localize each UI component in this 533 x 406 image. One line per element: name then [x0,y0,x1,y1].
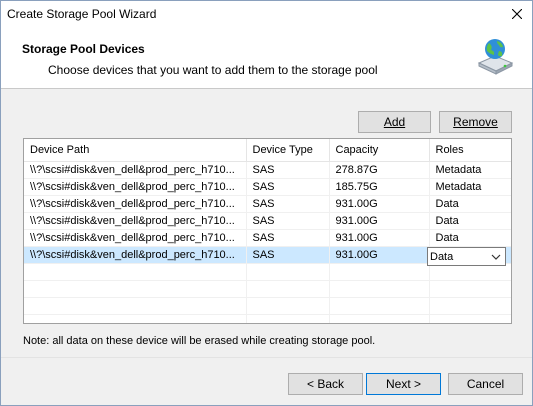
remove-button-label: Remove [453,115,498,129]
table-row[interactable]: \\?\scsi#disk&ven_dell&prod_perc_h710...… [24,195,511,213]
window-title: Create Storage Pool Wizard [7,7,157,21]
cell-device-path: \\?\scsi#disk&ven_dell&prod_perc_h710... [24,161,247,179]
title-bar: Create Storage Pool Wizard [1,1,532,29]
table-header-row: Device Path Device Type Capacity Roles [24,139,511,162]
cell-device-path: \\?\scsi#disk&ven_dell&prod_perc_h710... [24,178,247,196]
cell-role[interactable]: Metadata [429,178,511,196]
device-table[interactable]: Device Path Device Type Capacity Roles \… [23,138,512,324]
cell-role[interactable]: Data [429,212,511,230]
cell-capacity: 278.87G [329,161,430,179]
wizard-window: Create Storage Pool Wizard Storage Pool … [0,0,533,406]
cell-device-type: SAS [246,178,330,196]
back-button[interactable]: < Back [288,373,363,395]
storage-pool-icon [477,39,514,75]
empty-row [24,297,511,315]
cancel-button[interactable]: Cancel [448,373,523,395]
role-dropdown[interactable]: Data [427,247,506,266]
footer-divider [1,357,532,358]
table-row[interactable]: \\?\scsi#disk&ven_dell&prod_perc_h710...… [24,212,511,230]
role-dropdown-value: Data [430,250,454,263]
remove-button[interactable]: Remove [439,111,512,133]
empty-row [24,280,511,298]
cell-device-type: SAS [246,246,330,264]
table-row[interactable]: \\?\scsi#disk&ven_dell&prod_perc_h710...… [24,178,511,196]
column-header-device-path[interactable]: Device Path [24,139,247,162]
page-subtitle: Choose devices that you want to add them… [48,63,378,77]
cancel-button-label: Cancel [466,377,505,391]
cell-role[interactable]: Data [429,229,511,247]
cell-device-path: \\?\scsi#disk&ven_dell&prod_perc_h710... [24,195,247,213]
table-row[interactable]: \\?\scsi#disk&ven_dell&prod_perc_h710...… [24,161,511,179]
add-button[interactable]: Add [358,111,431,133]
cell-device-path: \\?\scsi#disk&ven_dell&prod_perc_h710... [24,246,247,264]
empty-row [24,314,511,323]
column-header-capacity[interactable]: Capacity [329,139,430,162]
cell-capacity: 931.00G [329,195,430,213]
cell-device-path: \\?\scsi#disk&ven_dell&prod_perc_h710... [24,229,247,247]
cell-device-type: SAS [246,195,330,213]
chevron-down-icon[interactable] [487,248,505,265]
erase-warning-note: Note: all data on these device will be e… [23,335,376,347]
cell-capacity: 185.75G [329,178,430,196]
close-icon [512,9,522,19]
cell-capacity: 931.00G [329,212,430,230]
cell-device-path: \\?\scsi#disk&ven_dell&prod_perc_h710... [24,212,247,230]
cell-device-type: SAS [246,161,330,179]
table-row[interactable]: \\?\scsi#disk&ven_dell&prod_perc_h710...… [24,229,511,247]
column-header-device-type[interactable]: Device Type [246,139,330,162]
cell-capacity: 931.00G [329,246,430,264]
cell-role[interactable]: Metadata [429,161,511,179]
next-button-label: Next > [385,377,421,391]
add-button-label: Add [383,115,406,129]
cell-capacity: 931.00G [329,229,430,247]
cell-device-type: SAS [246,229,330,247]
close-button[interactable] [506,3,528,25]
cell-role[interactable]: Data [429,195,511,213]
back-button-label: < Back [306,377,345,391]
page-title: Storage Pool Devices [22,42,145,56]
cell-device-type: SAS [246,212,330,230]
column-header-roles[interactable]: Roles [429,139,511,162]
next-button[interactable]: Next > [366,373,441,395]
wizard-header: Storage Pool Devices Choose devices that… [1,29,532,89]
